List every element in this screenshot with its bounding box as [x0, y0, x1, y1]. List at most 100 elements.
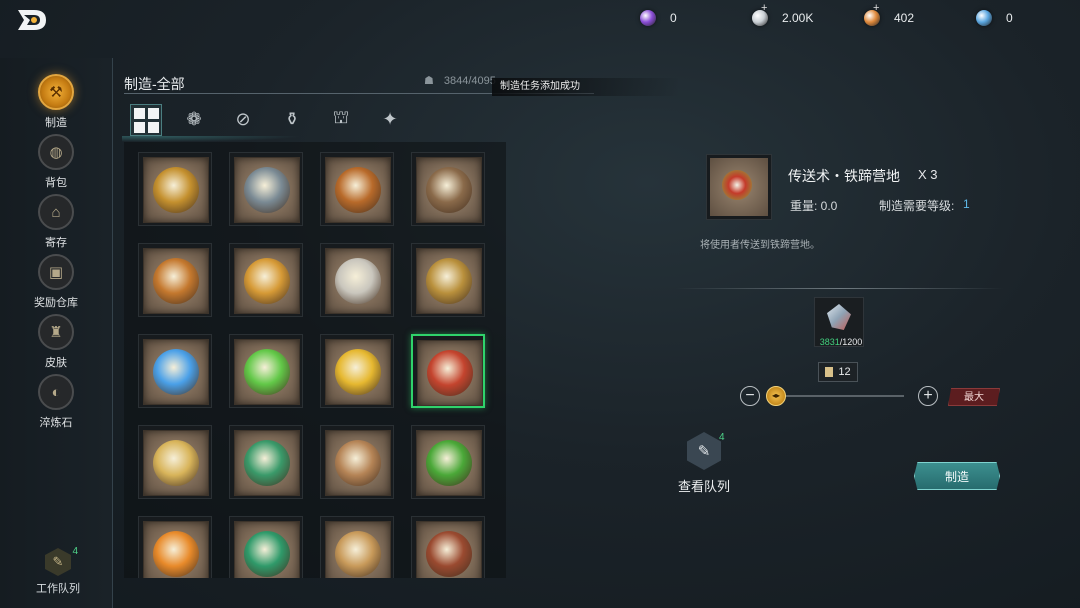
tools-icon: ⊘ [235, 108, 251, 129]
quantity-slider-track[interactable] [778, 395, 904, 397]
currency-purple-gem[interactable]: 0 [640, 10, 677, 26]
sidebar-item-label: 皮肤 [45, 357, 67, 369]
work-queue-label: 工作队列 [36, 583, 80, 595]
item-slot[interactable] [138, 425, 212, 499]
add-currency-icon[interactable]: + [873, 2, 879, 14]
required-level-label: 制造需要等级: [879, 199, 955, 213]
category-tab-2[interactable]: ⊘ [228, 104, 258, 134]
sidebar-item-1[interactable]: ◍ 背包 [0, 134, 112, 190]
green-rune-scroll-icon [244, 349, 290, 395]
parchment-pack-icon [335, 531, 381, 577]
capacity-readout: ☗ 3844/4095 [424, 74, 496, 87]
sidebar-item-label: 寄存 [45, 237, 67, 249]
view-queue-button[interactable]: ✎ 4 查看队列 [672, 432, 736, 495]
currency-value: 0 [1006, 11, 1013, 25]
sidebar-item-label: 制造 [45, 117, 67, 129]
material-have: 3831 [819, 337, 840, 347]
silver-coin-icon: + [752, 2, 768, 26]
item-slot[interactable] [320, 243, 394, 317]
house-icon: ⌂ [38, 194, 74, 230]
item-slot[interactable] [411, 152, 485, 226]
page-title: 制造-全部 [124, 76, 185, 92]
sidebar-item-3[interactable]: ▣ 奖励仓库 [0, 254, 112, 310]
queue-list-icon: ✎ [687, 432, 721, 470]
materials-icon: ❁ [186, 108, 202, 129]
scroll-count-icon [825, 367, 834, 377]
chest-icon: ▣ [38, 254, 74, 290]
item-slot[interactable] [229, 152, 303, 226]
increase-button[interactable]: + [918, 386, 938, 406]
sidebar-item-0[interactable]: ⚒ 制造 [0, 74, 112, 130]
currency-gold-coin[interactable]: +402 [864, 2, 915, 26]
green-potion-icon [244, 531, 290, 577]
category-tab-4[interactable]: ⛫ [326, 104, 356, 134]
sidebar-item-label: 奖励仓库 [34, 297, 78, 309]
craft-count: 12 [838, 366, 851, 378]
currency-value: 0 [670, 11, 677, 25]
toast-message: 制造任务添加成功 [492, 78, 680, 96]
work-queue-icon: ✎ [45, 548, 71, 576]
craft-button[interactable]: 制造 [914, 462, 1000, 490]
item-slot[interactable] [320, 516, 394, 578]
item-slot[interactable] [138, 516, 212, 578]
item-slot[interactable] [138, 334, 212, 408]
bag-icon: ◍ [38, 134, 74, 170]
work-queue-button[interactable]: ✎ 4 工作队列 [36, 546, 80, 596]
item-slot[interactable] [320, 152, 394, 226]
item-slot[interactable] [411, 425, 485, 499]
food-platter-icon [153, 167, 199, 213]
category-tab-0[interactable] [130, 104, 162, 136]
herb-leaf-icon [426, 440, 472, 486]
decrease-button[interactable]: − [740, 386, 760, 406]
category-tab-5[interactable]: ✦ [375, 104, 405, 134]
teleport-scroll-icon [722, 170, 752, 200]
detail-item-thumbnail [706, 154, 772, 220]
orange-beads-icon [153, 531, 199, 577]
item-slot[interactable] [411, 516, 485, 578]
sickle-icon [153, 258, 199, 304]
item-quantity: X 3 [918, 167, 938, 182]
item-slot[interactable] [411, 334, 485, 408]
item-description: 将使用者传送到铁蹄营地。 [700, 240, 820, 251]
gold-coin-icon: + [864, 2, 880, 26]
currency-value: 402 [894, 11, 915, 25]
leather-pouch-icon [426, 531, 472, 577]
sidebar-item-4[interactable]: ♜ 皮肤 [0, 314, 112, 370]
sidebar-item-2[interactable]: ⌂ 寄存 [0, 194, 112, 250]
armor-icon: ♜ [38, 314, 74, 350]
item-slot[interactable] [138, 243, 212, 317]
green-seal-scroll-icon [244, 440, 290, 486]
blue-crystal-icon [976, 10, 992, 26]
all-grid-icon [133, 107, 159, 133]
quantity-slider-knob[interactable]: ◂▸ [766, 386, 786, 406]
category-tab-3[interactable]: ⚱ [277, 104, 307, 134]
item-weight: 重量: 0.0 [790, 199, 838, 213]
item-slot[interactable] [320, 334, 394, 408]
item-slot[interactable] [138, 152, 212, 226]
campfire-icon [244, 167, 290, 213]
item-slot[interactable] [229, 334, 303, 408]
back-icon[interactable] [14, 6, 50, 34]
required-level-value: 1 [963, 197, 970, 211]
building-icon: ⛫ [332, 107, 350, 127]
gold-scroll-icon [153, 440, 199, 486]
grain-pile-icon [335, 440, 381, 486]
item-slot[interactable] [229, 516, 303, 578]
sidebar-item-5[interactable]: ◐ 淬炼石 [0, 374, 112, 430]
item-slot[interactable] [320, 425, 394, 499]
material-need: /1200 [839, 337, 863, 347]
currency-blue-crystal[interactable]: 0 [976, 10, 1013, 26]
item-slot[interactable] [411, 243, 485, 317]
item-slot[interactable] [229, 243, 303, 317]
pickaxe-icon [426, 167, 472, 213]
item-slot[interactable] [229, 425, 303, 499]
item-name: 传送术・铁蹄营地 [788, 168, 900, 184]
craft-count-box[interactable]: 12 [818, 362, 858, 382]
category-tab-1[interactable]: ❁ [179, 104, 209, 134]
max-button[interactable]: 最大 [948, 388, 1000, 406]
gold-rune-scroll-icon [335, 349, 381, 395]
currency-silver-coin[interactable]: +2.00K [752, 2, 814, 26]
currency-value: 2.00K [782, 11, 814, 25]
add-currency-icon[interactable]: + [761, 2, 767, 14]
material-count: 3831/1200 [814, 337, 868, 347]
